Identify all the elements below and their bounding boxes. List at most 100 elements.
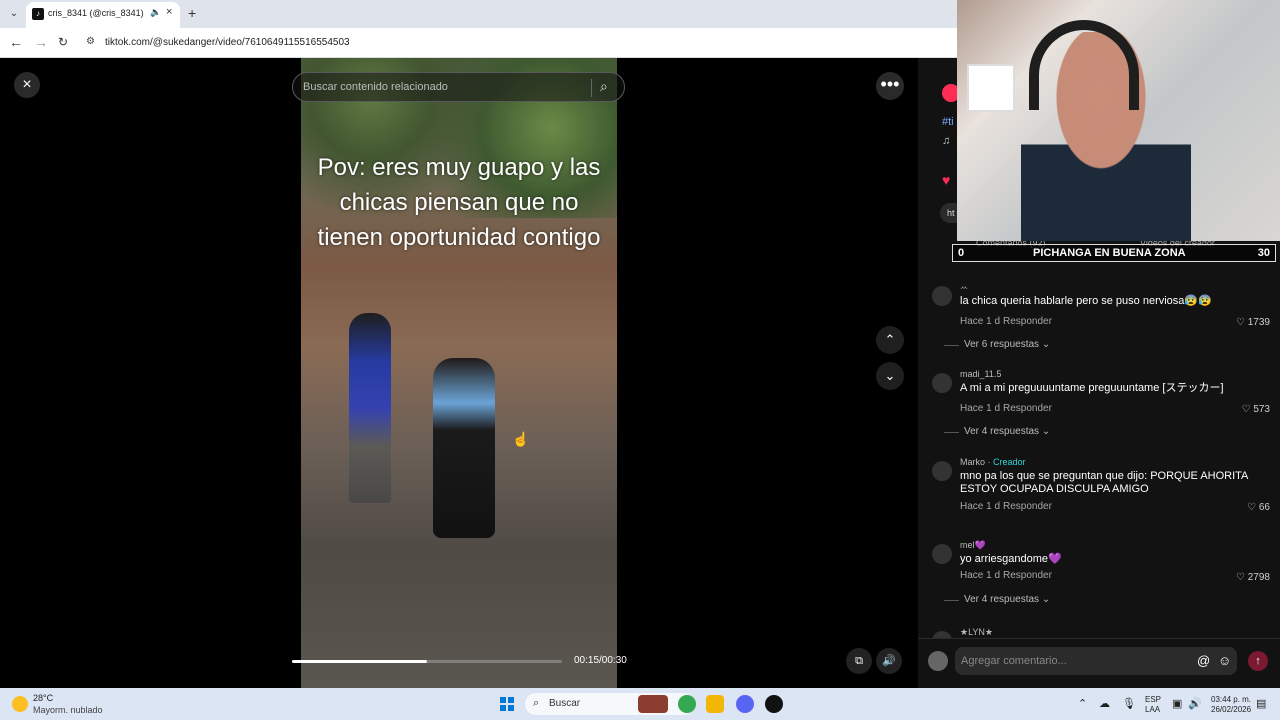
comment-username[interactable]: Marko [960, 457, 985, 467]
chrome-icon[interactable] [678, 695, 696, 713]
view-replies[interactable]: Ver 6 respuestas ⌄ [943, 339, 1050, 350]
hand-cursor-icon: ☝ [512, 431, 530, 447]
score-right: 30 [1257, 247, 1270, 259]
forward-arrow-icon[interactable]: → [34, 34, 48, 50]
clock-date[interactable]: 26/02/2026 [1211, 705, 1251, 715]
windows-taskbar: 28°C Mayorm. nublado ⌕ Buscar ⌃ ☁ 🎙 ESP … [0, 688, 1280, 720]
speaker-icon[interactable]: 🔊 [1188, 697, 1202, 710]
weather-description[interactable]: Mayorm. nublado [33, 705, 103, 715]
comment-avatar[interactable] [932, 631, 952, 638]
video-progress-bar[interactable] [292, 660, 562, 663]
active-browser-tab[interactable]: ♪ cris_8341 (@cris_8341) | Tik 🔈 × [26, 2, 180, 28]
close-tab-icon[interactable]: × [166, 6, 172, 18]
language-code[interactable]: LAA [1145, 705, 1160, 715]
weather-temperature[interactable]: 28°C [33, 693, 53, 703]
volume-icon[interactable]: 🔊 [876, 648, 902, 674]
comment-likes[interactable]: ♡ 66 [1247, 502, 1270, 513]
calendar-image [967, 64, 1015, 112]
comment-avatar[interactable] [932, 544, 952, 564]
discord-icon[interactable] [736, 695, 754, 713]
chevron-down-icon[interactable]: ⌄ [6, 6, 22, 22]
comment-like-count: 2798 [1247, 572, 1270, 583]
reply-link[interactable]: Responder [1003, 570, 1052, 581]
down-arrow-icon[interactable]: ⌄ [876, 362, 904, 390]
tiktok-favicon-icon: ♪ [32, 8, 44, 20]
url-field[interactable]: ⚙ tiktok.com/@sukedanger/video/761064911… [80, 32, 950, 54]
comment-text: mno pa los que se preguntan que dijo: PO… [960, 470, 1248, 495]
search-divider [591, 79, 592, 97]
related-content-search[interactable]: Buscar contenido relacionado ⌕ [292, 72, 625, 102]
game-app-icon[interactable] [638, 695, 668, 713]
comments-list: ꕀ la chica queria hablarle pero se puso … [918, 278, 1280, 638]
comment-text: la chica queria hablarle pero se puso ne… [960, 295, 1212, 307]
taskbar-search[interactable]: ⌕ Buscar [525, 693, 695, 715]
comment-likes[interactable]: ♡ 573 [1242, 404, 1270, 415]
taskbar-search-label[interactable]: Buscar [549, 698, 580, 709]
mention-icon[interactable]: @ [1197, 653, 1210, 668]
search-icon[interactable]: ⌕ [533, 697, 539, 710]
partial-hashtag[interactable]: #ti [942, 116, 954, 128]
video-frame[interactable]: Pov: eres muy guapo y las chicas piensan… [301, 58, 617, 688]
comment-user[interactable]: ꕀ [960, 282, 968, 293]
scoreboard-overlay: 0 PICHANGA EN BUENA ZONA 30 [952, 244, 1276, 262]
video-progress-fill [292, 660, 427, 663]
reply-link[interactable]: Responder [1003, 403, 1052, 414]
comment-input[interactable] [955, 647, 1237, 675]
windows-start-icon[interactable] [500, 697, 514, 711]
back-arrow-icon[interactable]: ← [9, 34, 23, 50]
comment-time: Hace 1 d [960, 570, 1001, 581]
video-player: × Pov: eres muy guapo y las chicas piens… [0, 58, 918, 688]
cloud-icon[interactable]: ☁ [1099, 697, 1110, 710]
chevron-up-icon[interactable]: ⌃ [1078, 697, 1087, 710]
folder-icon[interactable] [706, 695, 724, 713]
video-time: 00:15/00:30 [574, 655, 627, 666]
comment-like-count: 1739 [1247, 317, 1270, 328]
reload-icon[interactable]: ↻ [58, 35, 68, 49]
comment-time: Hace 1 d [960, 403, 1001, 414]
video-caption: Pov: eres muy guapo y las chicas piensan… [317, 154, 601, 251]
emoji-icon[interactable]: ☺ [1218, 653, 1231, 668]
comment-user[interactable]: madi_11.5 [960, 369, 1001, 379]
creator-label: Creador [993, 457, 1026, 467]
tab-title: cris_8341 (@cris_8341) | Tik [48, 8, 146, 18]
app-icon[interactable] [765, 695, 783, 713]
speaker-icon[interactable]: 🔈 [150, 7, 161, 18]
view-replies[interactable]: Ver 4 respuestas ⌄ [943, 426, 1050, 437]
up-arrow-icon[interactable]: ⌃ [876, 326, 904, 354]
network-icon[interactable]: ▣ [1172, 697, 1182, 710]
avatar[interactable] [928, 651, 948, 671]
comment-user[interactable]: mel💜 [960, 540, 986, 551]
comment-like-count: 573 [1253, 404, 1270, 415]
picture-in-picture-icon[interactable]: ⧉ [846, 648, 872, 674]
language[interactable]: ESP [1145, 695, 1161, 705]
comment-likes[interactable]: ♡ 2798 [1236, 572, 1270, 583]
microphone-icon[interactable]: 🎙 [1122, 697, 1136, 710]
comment-like-count: 66 [1258, 502, 1270, 513]
reply-link[interactable]: Responder [1003, 501, 1052, 512]
comment-avatar[interactable] [932, 461, 952, 481]
weather-icon[interactable] [12, 696, 28, 712]
comment-avatar[interactable] [932, 373, 952, 393]
search-icon[interactable]: ⌕ [600, 78, 608, 95]
comment-text: A mi a mi preguuuuntame preguuuntame [ステ… [960, 382, 1224, 394]
site-info-icon[interactable]: ⚙ [86, 36, 95, 47]
music-icon[interactable]: ♫ [942, 135, 950, 147]
video-person-image [349, 313, 391, 503]
more-options-icon[interactable]: ••• [876, 72, 904, 100]
comment-time: Hace 1 d [960, 501, 1001, 512]
clock-time[interactable]: 03:44 p. m. [1211, 695, 1251, 705]
close-icon[interactable]: × [14, 72, 40, 98]
comment-avatar[interactable] [932, 286, 952, 306]
view-replies[interactable]: Ver 4 respuestas ⌄ [943, 594, 1050, 605]
url-text[interactable]: tiktok.com/@sukedanger/video/76106491155… [105, 37, 350, 48]
comment-likes[interactable]: ♡ 1739 [1236, 317, 1270, 328]
webcam-overlay [957, 0, 1280, 241]
heart-icon[interactable]: ♥ [942, 172, 950, 188]
new-tab-icon[interactable]: + [188, 5, 196, 21]
comment-user[interactable]: ★LYN★ [960, 627, 993, 638]
reply-link[interactable]: Responder [1003, 316, 1052, 327]
send-icon[interactable]: ↑ [1248, 651, 1268, 671]
notification-icon[interactable]: ▤ [1256, 697, 1266, 710]
comment-user[interactable]: Marko · Creador [960, 457, 1026, 467]
search-placeholder[interactable]: Buscar contenido relacionado [303, 81, 448, 93]
